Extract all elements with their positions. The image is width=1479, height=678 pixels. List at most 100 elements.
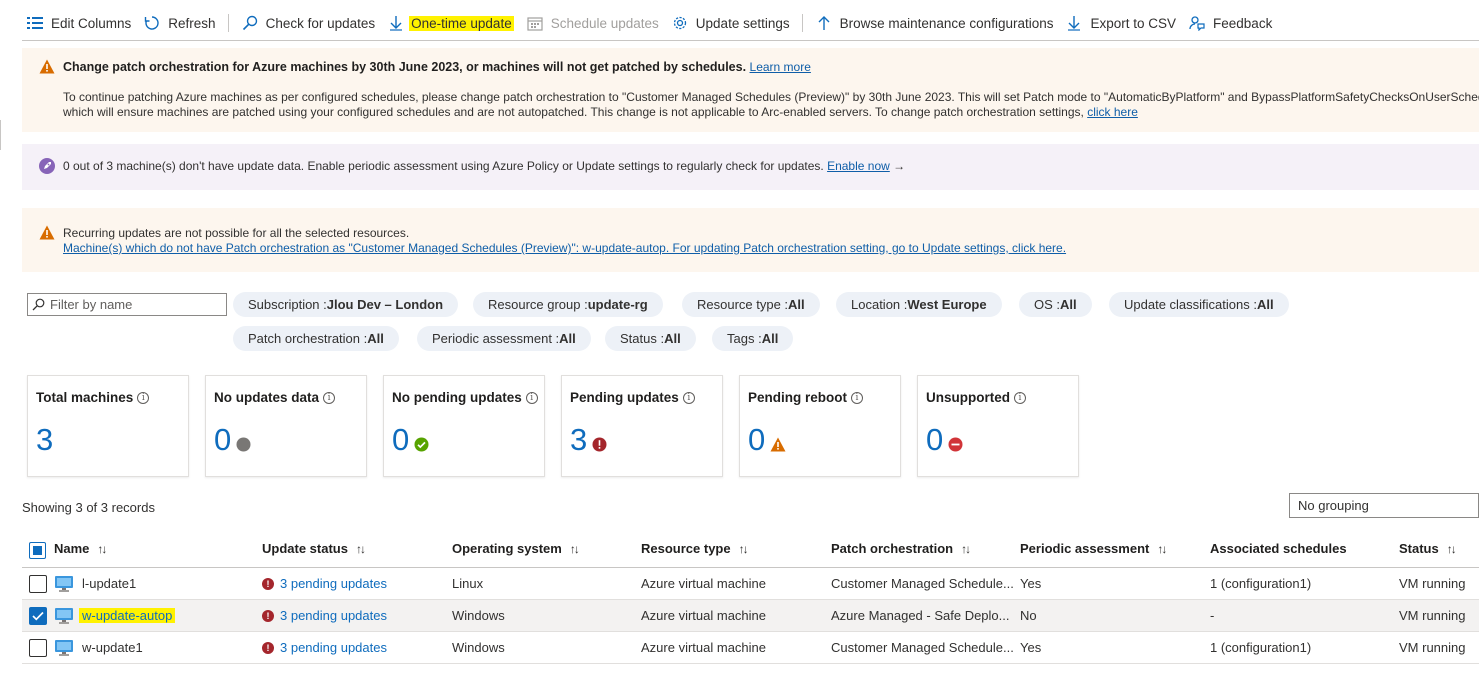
- column-header-periodic-assessment[interactable]: Periodic assessment ↑↓: [1020, 541, 1167, 556]
- feedback-button[interactable]: Feedback: [1182, 9, 1278, 37]
- table-row[interactable]: w-update-autop ! 3 pending updates Window…: [22, 600, 1479, 632]
- warning-icon: [39, 59, 55, 77]
- patch-orchestration: Customer Managed Schedule...: [831, 576, 1014, 591]
- toolbar-divider-line: [22, 40, 1479, 41]
- filter-by-name-input[interactable]: Filter by name: [27, 293, 227, 316]
- column-header-resource-type[interactable]: Resource type ↑↓: [641, 541, 749, 556]
- grouping-dropdown[interactable]: No grouping: [1289, 493, 1479, 518]
- filter-pill-location[interactable]: Location : West Europe: [836, 292, 1002, 317]
- machine-name-link[interactable]: w-update-autop: [79, 600, 176, 631]
- card-title-text: Unsupported: [926, 390, 1010, 405]
- card-value: 0: [926, 422, 963, 458]
- patch-orchestration: Customer Managed Schedule...: [831, 640, 1014, 655]
- select-all-checkbox[interactable]: [29, 542, 46, 559]
- operating-system: Linux: [452, 576, 484, 591]
- card-title-text: Total machines: [36, 390, 134, 405]
- filter-pill-resource-group[interactable]: Resource group : update-rg: [473, 292, 663, 317]
- card-total-machines[interactable]: Total machines i 3: [27, 375, 189, 477]
- enable-now-link[interactable]: Enable now: [827, 159, 890, 173]
- pill-value: All: [664, 331, 681, 346]
- recurring-updates-link[interactable]: Machine(s) which do not have Patch orche…: [63, 241, 1066, 256]
- column-label: Associated schedules: [1210, 541, 1347, 556]
- column-header-status[interactable]: Status ↑↓: [1399, 541, 1457, 556]
- pill-value: Jlou Dev – London: [326, 297, 444, 312]
- filter-pill-resource-type[interactable]: Resource type : All: [682, 292, 820, 317]
- machine-name-link[interactable]: w-update1: [82, 632, 143, 663]
- banner-body-line1: To continue patching Azure machines as p…: [63, 90, 1479, 104]
- card-title: Pending reboot i: [748, 390, 863, 405]
- pill-key: Update classifications :: [1124, 297, 1257, 312]
- edit-columns-button[interactable]: Edit Columns: [22, 9, 137, 37]
- table-row[interactable]: l-update1 ! 3 pending updates Linux Azure…: [22, 568, 1479, 600]
- card-unsupported[interactable]: Unsupported i 0: [917, 375, 1079, 477]
- one-time-update-button[interactable]: One-time update: [381, 9, 520, 37]
- pill-key: Tags :: [727, 331, 762, 346]
- schedule-updates-button[interactable]: Schedule updates: [520, 9, 665, 37]
- info-icon[interactable]: i: [851, 391, 863, 404]
- update-status[interactable]: ! 3 pending updates: [262, 568, 387, 599]
- card-value-text: 0: [214, 422, 232, 457]
- red-error-icon: [592, 437, 607, 452]
- filter-pill-tags[interactable]: Tags : All: [712, 326, 794, 351]
- filter-pill-periodic-assessment[interactable]: Periodic assessment : All: [417, 326, 591, 351]
- card-pending-updates[interactable]: Pending updates i 3: [561, 375, 723, 477]
- info-icon[interactable]: i: [682, 391, 695, 404]
- info-icon[interactable]: i: [525, 391, 538, 404]
- browse-maintenance-button[interactable]: Browse maintenance configurations: [809, 9, 1060, 37]
- checkmark-icon: [32, 611, 44, 621]
- panel-edge: [0, 120, 3, 150]
- column-header-name[interactable]: Name ↑↓: [54, 541, 107, 556]
- update-settings-button[interactable]: Update settings: [665, 9, 796, 37]
- table-row[interactable]: w-update1 ! 3 pending updates Windows Azu…: [22, 632, 1479, 664]
- card-title-text: No updates data: [214, 390, 320, 405]
- click-here-link[interactable]: click here: [1087, 105, 1138, 119]
- export-csv-button[interactable]: Export to CSV: [1059, 9, 1182, 37]
- operating-system: Windows: [452, 640, 505, 655]
- row-checkbox[interactable]: [29, 607, 47, 625]
- resource-type: Azure virtual machine: [641, 576, 766, 591]
- resource-type: Azure virtual machine: [641, 640, 766, 655]
- filter-pill-os[interactable]: OS : All: [1019, 292, 1092, 317]
- row-checkbox[interactable]: [29, 639, 47, 657]
- machine-name-link[interactable]: l-update1: [82, 568, 136, 599]
- card-title: Pending updates i: [570, 390, 695, 405]
- card-value: 3: [570, 422, 607, 458]
- card-value-text: 3: [570, 422, 588, 457]
- red-blocked-icon: [948, 437, 963, 452]
- info-icon[interactable]: i: [137, 391, 150, 404]
- update-status-link[interactable]: 3 pending updates: [280, 576, 387, 591]
- associated-schedules-link[interactable]: 1 (configuration1): [1210, 568, 1311, 599]
- update-status-link[interactable]: 3 pending updates: [280, 608, 387, 623]
- feedback-icon: [1188, 14, 1206, 32]
- orange-warning-icon: [770, 437, 786, 452]
- card-no-pending-updates[interactable]: No pending updates i 0: [383, 375, 545, 477]
- card-pending-reboot[interactable]: Pending reboot i 0: [739, 375, 901, 477]
- update-status[interactable]: ! 3 pending updates: [262, 632, 387, 663]
- associated-schedules-link[interactable]: 1 (configuration1): [1210, 632, 1311, 663]
- update-status-link[interactable]: 3 pending updates: [280, 640, 387, 655]
- check-for-updates-button[interactable]: Check for updates: [235, 9, 382, 37]
- filter-pill-subscription[interactable]: Subscription : Jlou Dev – London: [233, 292, 459, 317]
- update-status[interactable]: ! 3 pending updates: [262, 600, 387, 631]
- column-header-associated-schedules[interactable]: Associated schedules: [1210, 541, 1347, 556]
- filter-pill-update-classifications[interactable]: Update classifications : All: [1109, 292, 1289, 317]
- column-header-patch-orchestration[interactable]: Patch orchestration ↑↓: [831, 541, 971, 556]
- row-checkbox[interactable]: [29, 575, 47, 593]
- filter-pill-status[interactable]: Status : All: [605, 326, 696, 351]
- learn-more-link[interactable]: Learn more: [750, 60, 811, 74]
- info-icon[interactable]: i: [1014, 391, 1026, 404]
- filter-pill-patch-orchestration[interactable]: Patch orchestration : All: [233, 326, 399, 351]
- card-no-updates-data[interactable]: No updates data i 0: [205, 375, 367, 477]
- pill-key: Patch orchestration :: [248, 331, 368, 346]
- gear-icon: [671, 14, 689, 32]
- info-icon[interactable]: i: [323, 391, 336, 404]
- column-header-update-status[interactable]: Update status ↑↓: [262, 541, 366, 556]
- card-value: 0: [392, 422, 429, 458]
- column-header-operating-system[interactable]: Operating system ↑↓: [452, 541, 580, 556]
- pill-key: Resource type :: [697, 297, 789, 312]
- card-title-text: No pending updates: [392, 390, 522, 405]
- pill-key: OS :: [1034, 297, 1061, 312]
- refresh-button[interactable]: Refresh: [137, 9, 221, 37]
- recurring-updates-text: Recurring updates are not possible for a…: [63, 226, 410, 240]
- pill-value: All: [1256, 297, 1274, 312]
